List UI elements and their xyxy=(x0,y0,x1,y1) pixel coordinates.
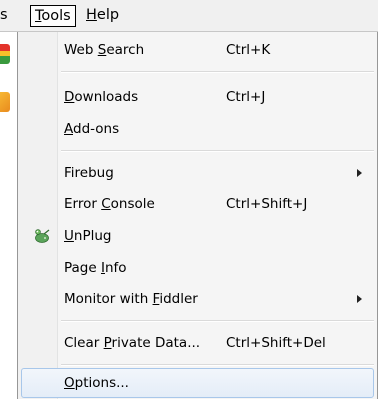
menu-item-shortcut: Ctrl+Shift+Del xyxy=(226,335,326,351)
submenu-arrow-icon xyxy=(357,295,362,303)
menu-item-monitor-fiddler[interactable]: Monitor with Fiddler xyxy=(21,284,374,314)
menu-item-label: Page Info xyxy=(64,260,127,276)
menu-item-unplug[interactable]: UnPlug xyxy=(21,221,374,251)
help-label-after: elp xyxy=(96,7,120,23)
menu-item-shortcut: Ctrl+Shift+J xyxy=(226,196,308,212)
menubar-item-tools[interactable]: Tools xyxy=(30,5,76,27)
menu-item-label: Downloads xyxy=(64,89,139,105)
menu-item-web-search[interactable]: Web Search Ctrl+K xyxy=(21,35,374,65)
menu-separator xyxy=(61,364,374,366)
menu-item-label: Web Search xyxy=(64,42,145,58)
unplug-plugin-icon xyxy=(35,229,50,243)
menu-item-label: Error Console xyxy=(64,196,155,212)
menu-item-downloads[interactable]: Downloads Ctrl+J xyxy=(21,82,374,112)
menu-item-label: Monitor with Fiddler xyxy=(64,291,198,307)
menu-item-firebug[interactable]: Firebug xyxy=(21,158,374,188)
menu-item-label: UnPlug xyxy=(64,228,112,244)
menu-item-label: Clear Private Data... xyxy=(64,335,201,351)
menu-item-error-console[interactable]: Error Console Ctrl+Shift+J xyxy=(21,189,374,219)
help-label-accel: H xyxy=(86,7,97,23)
menu-item-shortcut: Ctrl+J xyxy=(226,89,266,105)
menubar-item-help[interactable]: Help xyxy=(82,5,123,27)
menu-item-label: Options... xyxy=(64,375,129,391)
menu-item-add-ons[interactable]: Add-ons xyxy=(21,114,374,144)
tools-label-after: ools xyxy=(41,8,71,24)
menu-item-page-info[interactable]: Page Info xyxy=(21,253,374,283)
tools-menu: Web Search Ctrl+K Downloads Ctrl+J Add-o… xyxy=(17,32,378,399)
menu-item-options[interactable]: Options... xyxy=(21,368,374,398)
google-toolbar-icon[interactable] xyxy=(0,44,10,64)
rss-feed-icon[interactable] xyxy=(0,92,10,112)
menu-item-label: Firebug xyxy=(64,165,114,181)
menu-item-label: Add-ons xyxy=(64,121,120,137)
menu-separator xyxy=(61,71,374,73)
menu-bar: s Tools Help xyxy=(0,0,378,32)
menu-item-shortcut: Ctrl+K xyxy=(226,42,271,58)
submenu-arrow-icon xyxy=(357,169,362,177)
menu-separator xyxy=(61,320,374,322)
menu-separator xyxy=(61,150,374,152)
menubar-item-partial[interactable]: s xyxy=(0,5,12,27)
menu-item-clear-private-data[interactable]: Clear Private Data... Ctrl+Shift+Del xyxy=(21,328,374,358)
menubar-partial-label: s xyxy=(0,7,8,23)
